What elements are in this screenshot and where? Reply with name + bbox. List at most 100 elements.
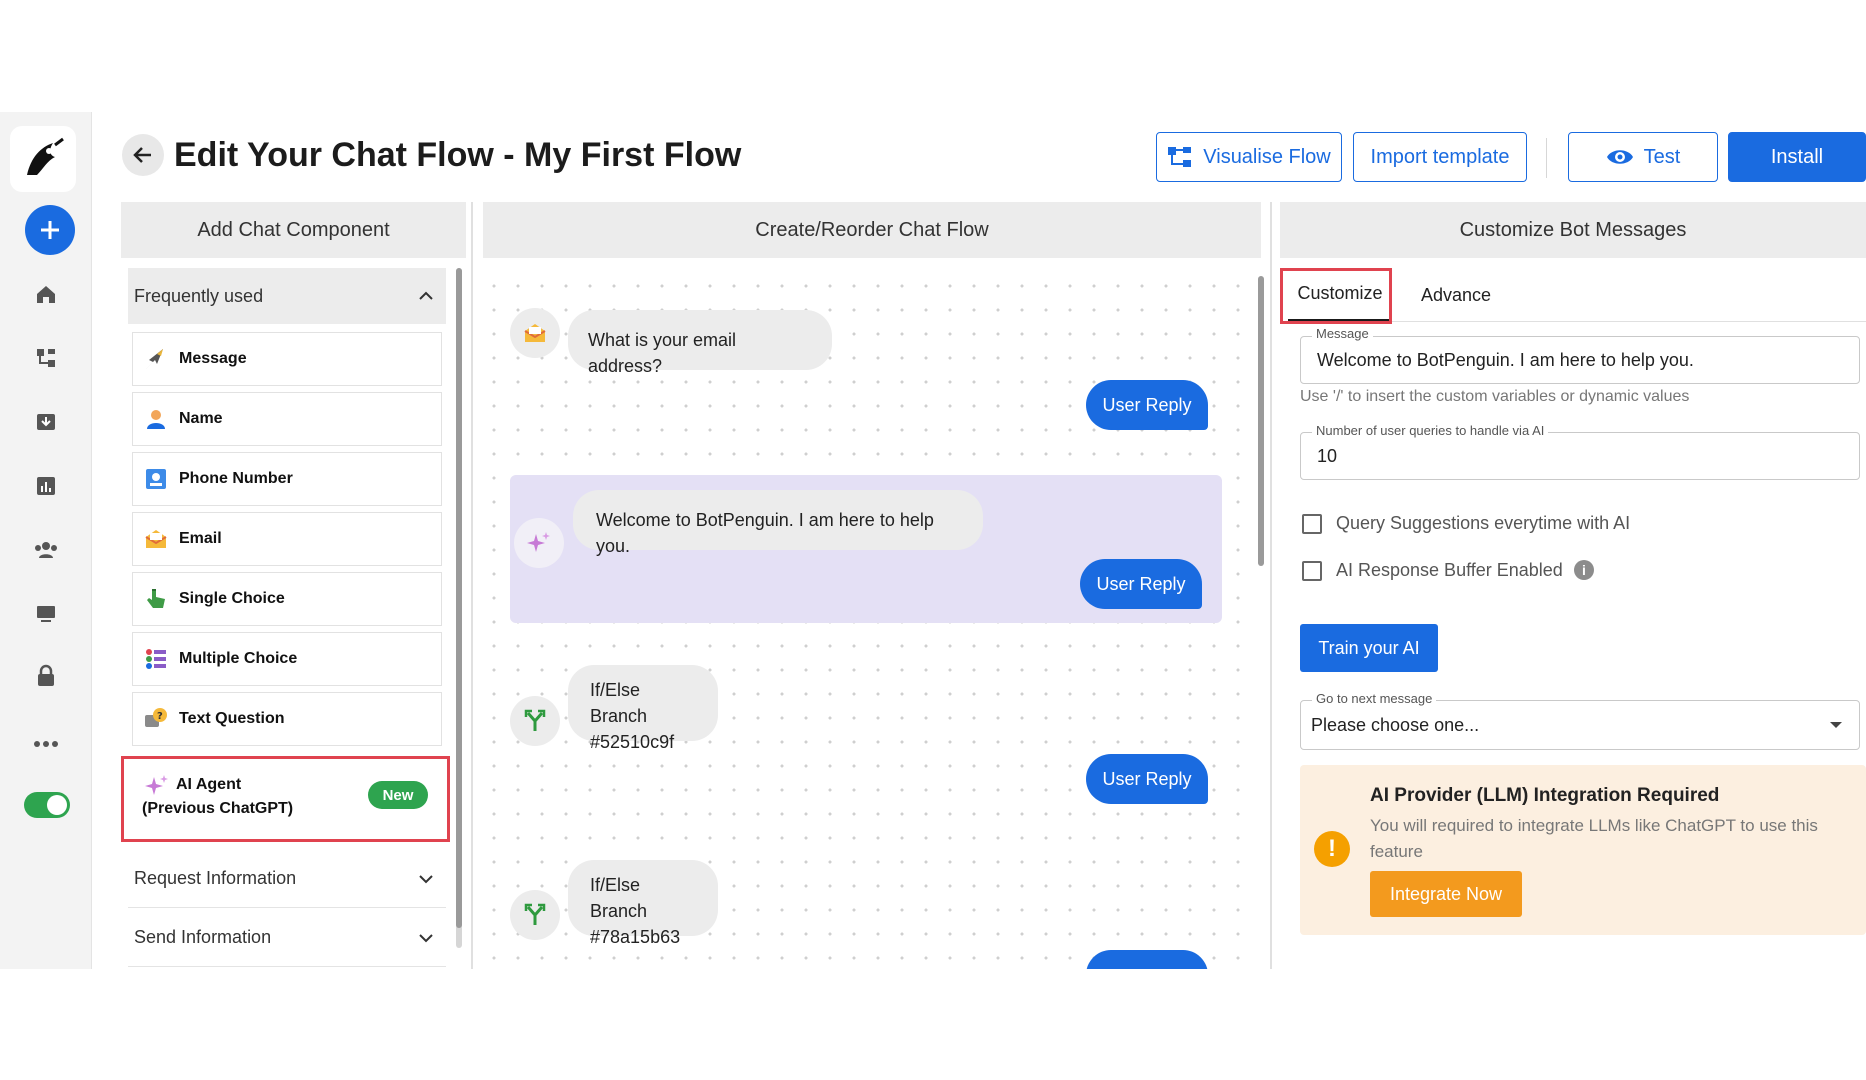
list-choice-icon: [143, 646, 169, 672]
next-message-select[interactable]: Please choose one...: [1300, 700, 1860, 750]
message-field[interactable]: Welcome to BotPenguin. I am here to help…: [1300, 336, 1860, 384]
queries-field[interactable]: 10: [1300, 432, 1860, 480]
new-badge: New: [368, 781, 428, 809]
component-label: Phone Number: [179, 470, 293, 487]
home-icon[interactable]: [30, 278, 62, 310]
svg-text:?: ?: [157, 711, 163, 722]
branch-id: #78a15b63: [590, 927, 681, 947]
scrollbar-thumb[interactable]: [1258, 276, 1264, 566]
ai-buffer-checkbox[interactable]: [1302, 561, 1322, 581]
branch-bubble-2[interactable]: If/Else Branch #78a15b63: [568, 860, 718, 947]
user-reply-bubble[interactable]: User Reply: [1080, 559, 1202, 609]
frequently-used-accordion[interactable]: Frequently used: [128, 268, 446, 324]
alert-title: AI Provider (LLM) Integration Required: [1370, 785, 1720, 806]
question-bubble-icon: ?: [143, 706, 169, 732]
flow-icon[interactable]: [30, 342, 62, 374]
component-text-question[interactable]: ? Text Question: [132, 692, 442, 746]
request-information-label: Request Information: [134, 868, 297, 888]
query-suggestions-checkbox[interactable]: [1302, 514, 1322, 534]
arrow-left-icon: [133, 147, 151, 163]
test-label: Test: [1643, 145, 1681, 168]
import-template-button[interactable]: Import template: [1353, 132, 1527, 182]
user-icon: [143, 406, 169, 432]
page-title: Edit Your Chat Flow - My First Flow: [174, 136, 742, 174]
chevron-up-icon: [419, 291, 433, 300]
info-icon[interactable]: i: [1574, 560, 1594, 580]
query-suggestions-label: Query Suggestions everytime with AI: [1336, 513, 1631, 533]
chat-flow-scrollbar[interactable]: [1258, 268, 1264, 968]
request-information-accordion[interactable]: Request Information: [128, 850, 446, 908]
component-label: Message: [179, 350, 247, 367]
component-ai-agent[interactable]: AI Agent (Previous ChatGPT) New: [121, 756, 450, 842]
component-single-choice[interactable]: Single Choice: [132, 572, 442, 626]
train-ai-button[interactable]: Train your AI: [1300, 624, 1438, 672]
phone-card-icon: [143, 466, 169, 492]
add-component-header: Add Chat Component: [121, 202, 466, 258]
tab-advance[interactable]: Advance: [1404, 268, 1508, 322]
component-message[interactable]: Message: [132, 332, 442, 386]
send-information-label: Send Information: [134, 927, 272, 947]
create-plus-button[interactable]: [25, 205, 75, 255]
user-reply-bubble[interactable]: User Reply: [1086, 380, 1208, 430]
visualise-flow-button[interactable]: Visualise Flow: [1156, 132, 1342, 182]
branch-title: If/Else Branch: [590, 875, 648, 921]
component-email[interactable]: Email: [132, 512, 442, 566]
botpenguin-logo[interactable]: [10, 126, 76, 192]
customize-tab-highlight: [1280, 268, 1392, 324]
app-window: Edit Your Chat Flow - My First Flow Visu…: [0, 112, 1866, 969]
llm-integration-alert: ! AI Provider (LLM) Integration Required…: [1300, 765, 1866, 935]
component-label: Multiple Choice: [179, 650, 298, 667]
visualise-flow-label: Visualise Flow: [1203, 145, 1331, 168]
chevron-down-icon: [419, 933, 433, 942]
alert-description: You will required to integrate LLMs like…: [1370, 816, 1818, 861]
next-message-label: Go to next message: [1312, 691, 1437, 706]
envelope-icon: [510, 308, 560, 358]
next-message-value: Please choose one...: [1311, 714, 1480, 735]
queries-field-label: Number of user queries to handle via AI: [1312, 423, 1549, 438]
branch-icon: [510, 696, 560, 746]
branch-bubble-1[interactable]: If/Else Branch #52510c9f: [568, 665, 718, 752]
analytics-icon[interactable]: [30, 470, 62, 502]
email-question-bubble[interactable]: What is your email address?: [568, 310, 832, 376]
branch-icon: [510, 890, 560, 940]
more-dots-icon[interactable]: [30, 728, 62, 760]
send-information-accordion[interactable]: Send Information: [128, 909, 446, 967]
component-list-scrollbar[interactable]: [456, 268, 462, 948]
user-reply-bubble-partial[interactable]: [1086, 950, 1208, 969]
bot-status-toggle[interactable]: [24, 792, 70, 818]
component-name[interactable]: Name: [132, 392, 442, 446]
ai-agent-label: AI Agent (Previous ChatGPT): [142, 773, 312, 821]
branch-title: If/Else Branch: [590, 680, 648, 726]
integrate-now-button[interactable]: Integrate Now: [1370, 871, 1522, 917]
envelope-icon: [143, 526, 169, 552]
user-reply-bubble[interactable]: User Reply: [1086, 754, 1208, 804]
ai-agent-text: AI Agent (Previous ChatGPT): [142, 776, 294, 817]
message-helper-text: Use '/' to insert the custom variables o…: [1300, 388, 1690, 405]
chat-flow-canvas[interactable]: What is your email address? User Reply W…: [476, 268, 1252, 969]
header-divider: [1546, 138, 1547, 178]
chat-flow-header: Create/Reorder Chat Flow: [483, 202, 1261, 258]
lock-icon[interactable]: [30, 660, 62, 692]
install-label: Install: [1770, 145, 1824, 168]
visualise-flow-icon: [1168, 147, 1192, 167]
install-button[interactable]: Install: [1728, 132, 1866, 182]
scrollbar-thumb[interactable]: [456, 268, 462, 928]
screenshot-canvas: Edit Your Chat Flow - My First Flow Visu…: [0, 0, 1866, 1080]
test-button[interactable]: Test: [1568, 132, 1718, 182]
team-icon[interactable]: [30, 534, 62, 566]
warning-icon: !: [1314, 831, 1350, 867]
component-phone-number[interactable]: Phone Number: [132, 452, 442, 506]
component-label: Text Question: [179, 710, 285, 727]
inbox-download-icon[interactable]: [30, 406, 62, 438]
customize-header: Customize Bot Messages: [1280, 202, 1866, 258]
back-button[interactable]: [122, 134, 164, 176]
hand-pointer-icon: [143, 586, 169, 612]
panel-divider-left: [471, 202, 473, 969]
eye-icon: [1606, 150, 1633, 164]
welcome-message-bubble[interactable]: Welcome to BotPenguin. I am here to help…: [573, 490, 983, 556]
component-label: Single Choice: [179, 590, 285, 607]
component-multiple-choice[interactable]: Multiple Choice: [132, 632, 442, 686]
monitor-icon[interactable]: [30, 598, 62, 630]
frequently-used-label: Frequently used: [134, 285, 264, 306]
component-label: Email: [179, 530, 222, 547]
